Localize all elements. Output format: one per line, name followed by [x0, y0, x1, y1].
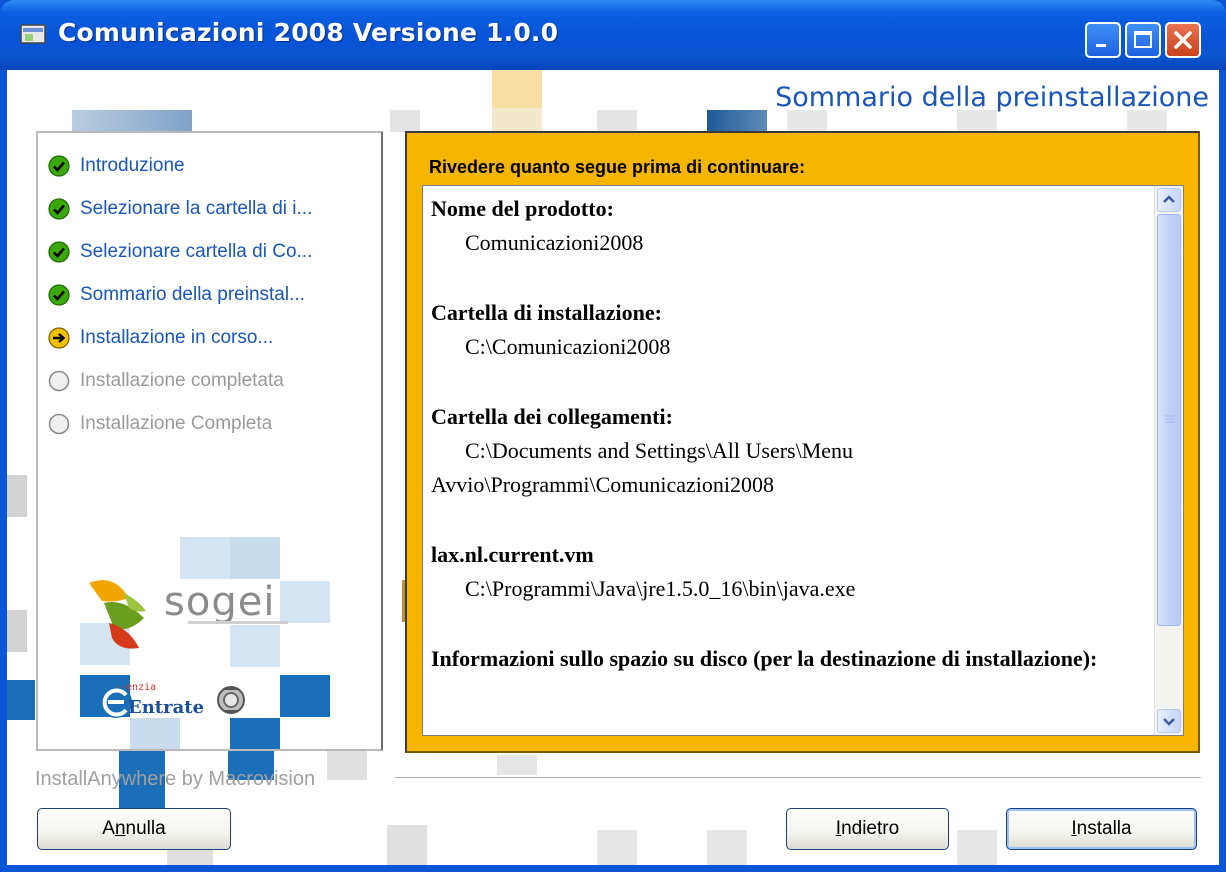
- install-folder-label: Cartella di installazione:: [431, 300, 662, 325]
- check-circle-icon: [48, 241, 70, 263]
- background-tile: [1127, 110, 1167, 132]
- background-tile: [707, 110, 767, 132]
- background-tile: [7, 680, 35, 720]
- sogei-tagline: [188, 621, 288, 624]
- chevron-up-icon: [1163, 195, 1175, 203]
- scroll-down-button[interactable]: [1157, 709, 1181, 733]
- maximize-button[interactable]: [1125, 22, 1161, 58]
- step-installing: Installazione in corso...: [48, 325, 273, 351]
- step-label: Installazione completata: [80, 370, 284, 391]
- background-tile: [7, 610, 27, 652]
- scroll-thumb[interactable]: [1157, 214, 1181, 626]
- background-tile: [280, 581, 330, 623]
- back-label-post: ndietro: [841, 818, 900, 839]
- background-tile: [497, 755, 537, 775]
- arrow-right-circle-icon: [48, 327, 70, 349]
- install-button[interactable]: Installa: [1006, 808, 1197, 850]
- background-tile: [230, 625, 280, 667]
- summary-heading: Rivedere quanto segue prima di continuar…: [429, 157, 806, 177]
- product-name-value: Comunicazioni2008: [465, 230, 644, 255]
- summary-frame: Rivedere quanto segue prima di continuar…: [405, 131, 1200, 753]
- background-tile: [72, 110, 192, 132]
- installanywhere-label: InstallAnywhere by Macrovision: [35, 768, 316, 790]
- emblem-icon: [217, 686, 245, 714]
- shortcut-folder-value: C:\Documents and Settings\All Users\Menu…: [431, 438, 854, 497]
- cancel-mnemonic: n: [114, 818, 126, 839]
- installer-window: Comunicazioni 2008 Versione 1.0.0 Sommar…: [0, 0, 1226, 872]
- step-select-install-folder: Selezionare la cartella di i...: [48, 196, 312, 222]
- summary-text-area[interactable]: Nome del prodotto: Comunicazioni2008 Car…: [422, 185, 1184, 736]
- install-label-post: nstalla: [1076, 818, 1132, 839]
- vm-value: C:\Programmi\Java\jre1.5.0_16\bin\java.e…: [465, 576, 856, 601]
- step-label: Selezionare la cartella di i...: [80, 198, 313, 219]
- step-label: Introduzione: [80, 155, 185, 176]
- minimize-button[interactable]: [1085, 22, 1121, 58]
- step-install-completed: Installazione completata: [48, 368, 284, 394]
- background-tile: [387, 825, 427, 865]
- grip-icon: [1165, 415, 1175, 423]
- entrate-label: Entrate: [128, 697, 205, 718]
- maximize-icon: [1134, 31, 1152, 48]
- empty-circle-icon: [48, 413, 70, 435]
- client-area: Sommario della preinstallazione Introduz…: [7, 70, 1219, 865]
- cancel-label-post: nulla: [125, 818, 166, 839]
- background-tile: [597, 830, 637, 865]
- sogei-logo-text: sogei: [164, 579, 276, 625]
- scroll-up-button[interactable]: [1157, 188, 1181, 212]
- background-tile: [597, 110, 637, 132]
- vertical-scrollbar[interactable]: [1154, 186, 1183, 735]
- check-circle-icon: [48, 155, 70, 177]
- vm-label: lax.nl.current.vm: [431, 542, 594, 567]
- step-install-complete: Installazione Completa: [48, 411, 272, 437]
- background-tile: [130, 718, 180, 749]
- check-circle-icon: [48, 284, 70, 306]
- cancel-label-pre: A: [102, 818, 115, 839]
- background-tile: [230, 718, 280, 749]
- minimize-icon: [1096, 44, 1106, 47]
- background-tile: [492, 70, 542, 108]
- background-tile: [492, 108, 542, 132]
- agenzia-label: ··enzia: [114, 682, 157, 693]
- step-label: Sommario della preinstal...: [80, 284, 305, 305]
- background-tile: [327, 750, 367, 780]
- background-tile: [787, 110, 827, 132]
- step-select-shortcut-folder: Selezionare cartella di Co...: [48, 239, 312, 265]
- title-bar[interactable]: Comunicazioni 2008 Versione 1.0.0: [0, 0, 1226, 70]
- background-tile: [957, 830, 997, 865]
- background-tile: [280, 675, 330, 717]
- step-preinstall-summary: Sommario della preinstal...: [48, 282, 305, 308]
- step-label: Installazione in corso...: [80, 327, 274, 348]
- check-circle-icon: [48, 198, 70, 220]
- steps-panel: Introduzione Selezionare la cartella di …: [36, 131, 383, 751]
- close-icon: [1174, 31, 1192, 49]
- background-tile: [390, 110, 420, 132]
- background-tile: [230, 537, 280, 579]
- disk-space-label: Informazioni sullo spazio su disco (per …: [431, 646, 1098, 671]
- window-title: Comunicazioni 2008 Versione 1.0.0: [58, 18, 559, 47]
- background-tile: [707, 830, 747, 865]
- close-button[interactable]: [1165, 22, 1201, 58]
- page-title: Sommario della preinstallazione: [775, 82, 1209, 113]
- footer-divider: [395, 777, 1201, 779]
- shortcut-folder-label: Cartella dei collegamenti:: [431, 404, 673, 429]
- install-folder-value: C:\Comunicazioni2008: [465, 334, 671, 359]
- background-tile: [180, 537, 230, 579]
- chevron-down-icon: [1163, 718, 1175, 726]
- product-name-label: Nome del prodotto:: [431, 196, 614, 221]
- step-label: Installazione Completa: [80, 413, 273, 434]
- empty-circle-icon: [48, 370, 70, 392]
- step-label: Selezionare cartella di Co...: [80, 241, 313, 262]
- cancel-button[interactable]: Annulla: [37, 808, 231, 850]
- background-tile: [957, 110, 997, 132]
- app-window-icon: [20, 24, 46, 44]
- back-button[interactable]: Indietro: [786, 808, 949, 850]
- sogei-logo-icon: [89, 580, 146, 649]
- background-tile: [7, 475, 27, 517]
- step-introduzione: Introduzione: [48, 153, 185, 179]
